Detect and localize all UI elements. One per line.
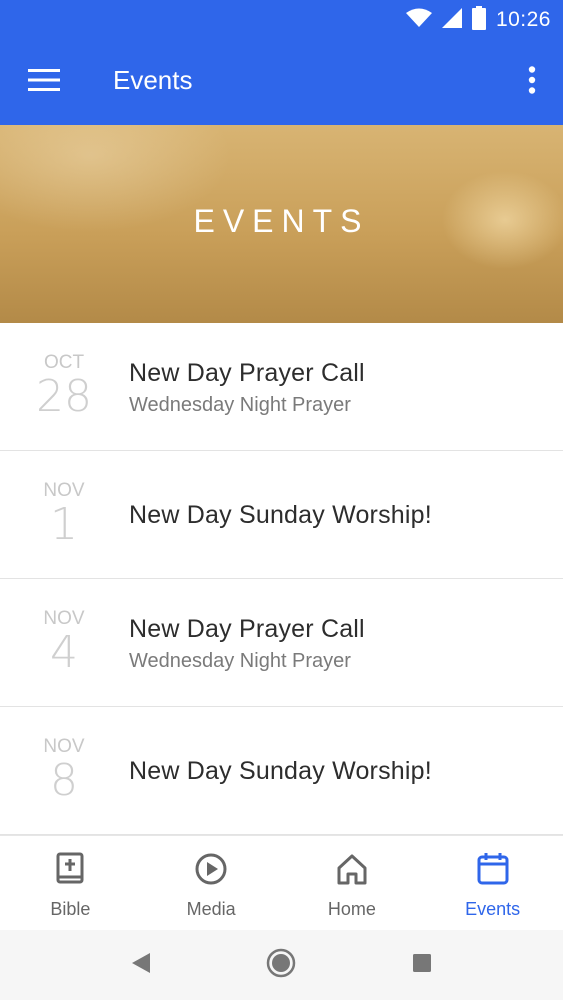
event-date: NOV 1 (22, 451, 106, 579)
event-row[interactable]: OCT 28 New Day Prayer Call Wednesday Nig… (0, 323, 563, 451)
battery-icon (471, 5, 486, 35)
event-date: NOV 8 (22, 707, 106, 835)
event-info: New Day Prayer Call Wednesday Night Pray… (129, 323, 547, 451)
cell-signal-icon (441, 7, 462, 33)
home-system-button[interactable] (264, 948, 298, 982)
home-circle-icon (266, 948, 296, 983)
more-vert-icon (528, 65, 536, 99)
event-day: 4 (50, 627, 78, 678)
bible-icon (53, 852, 87, 891)
event-info: New Day Sunday Worship! (129, 451, 547, 579)
event-subtitle: Wednesday Night Prayer (129, 394, 351, 416)
overflow-menu-button[interactable] (517, 60, 547, 104)
nav-item-media[interactable]: Media (141, 836, 282, 930)
status-bar: 10:26 (0, 0, 563, 40)
event-day: 1 (50, 499, 78, 550)
event-date: NOV 4 (22, 579, 106, 707)
wifi-icon (405, 8, 432, 33)
event-info: New Day Prayer Call Wednesday Night Pray… (129, 579, 547, 707)
event-day: 28 (36, 371, 92, 422)
hero-banner: EVENTS (0, 125, 563, 323)
system-nav-bar (0, 930, 563, 1000)
back-button[interactable] (124, 948, 158, 982)
nav-label: Events (465, 899, 521, 919)
nav-label: Home (327, 899, 376, 919)
play-circle-icon (194, 852, 228, 891)
nav-item-bible[interactable]: Bible (0, 836, 141, 930)
hero-title: EVENTS (193, 203, 370, 239)
event-row[interactable]: NOV 4 New Day Prayer Call Wednesday Nigh… (0, 579, 563, 707)
recents-button[interactable] (405, 948, 439, 982)
event-title: New Day Sunday Worship! (129, 500, 432, 529)
home-icon (335, 852, 369, 891)
clock: 10:26 (495, 8, 551, 31)
event-date: OCT 28 (22, 323, 106, 451)
event-title: New Day Sunday Worship! (129, 756, 432, 785)
hamburger-icon (28, 68, 60, 97)
event-title: New Day Prayer Call (129, 615, 365, 643)
status-icons: 10:26 (405, 5, 551, 35)
bottom-navigation: Bible Media Home Events (0, 835, 563, 930)
back-triangle-icon (131, 952, 151, 979)
event-title: New Day Prayer Call (129, 359, 365, 387)
nav-item-events[interactable]: Events (422, 836, 563, 930)
recents-square-icon (412, 953, 432, 978)
nav-item-home[interactable]: Home (282, 836, 423, 930)
page-title: Events (113, 65, 193, 95)
nav-label: Media (186, 899, 236, 919)
menu-button[interactable] (22, 60, 66, 104)
event-list: OCT 28 New Day Prayer Call Wednesday Nig… (0, 323, 563, 835)
event-row[interactable]: NOV 1 New Day Sunday Worship! (0, 451, 563, 579)
app-bar: Events (0, 40, 563, 125)
calendar-icon (476, 852, 510, 891)
event-day: 8 (50, 755, 78, 806)
nav-label: Bible (50, 899, 91, 919)
event-info: New Day Sunday Worship! (129, 707, 547, 835)
event-subtitle: Wednesday Night Prayer (129, 650, 351, 672)
event-row[interactable]: NOV 8 New Day Sunday Worship! (0, 707, 563, 835)
